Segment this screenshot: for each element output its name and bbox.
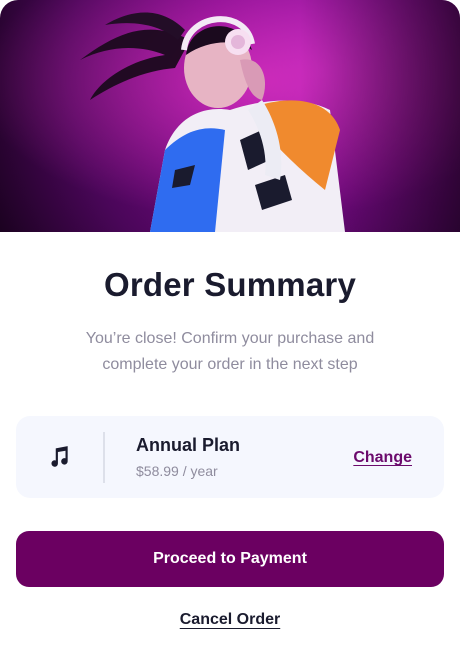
- plan-name: Annual Plan: [136, 435, 241, 455]
- music-note-icon: [46, 444, 72, 470]
- cancel-order-container: Cancel Order: [0, 611, 460, 629]
- hero-image: [0, 0, 460, 232]
- order-summary-card: Order Summary You’re close! Confirm your…: [0, 0, 460, 665]
- plan-price: $58.99 / year: [136, 463, 218, 479]
- plan-summary: Annual Plan $58.99 / year Change: [16, 416, 444, 498]
- page-subtitle: You’re close! Confirm your purchase and …: [85, 330, 375, 373]
- change-plan-link[interactable]: Change: [353, 449, 412, 467]
- proceed-to-payment-button[interactable]: Proceed to Payment: [16, 531, 444, 587]
- plan-divider: [103, 432, 105, 483]
- cancel-order-link[interactable]: Cancel Order: [180, 611, 280, 628]
- hero-illustration: [0, 0, 460, 232]
- page-title: Order Summary: [103, 266, 357, 303]
